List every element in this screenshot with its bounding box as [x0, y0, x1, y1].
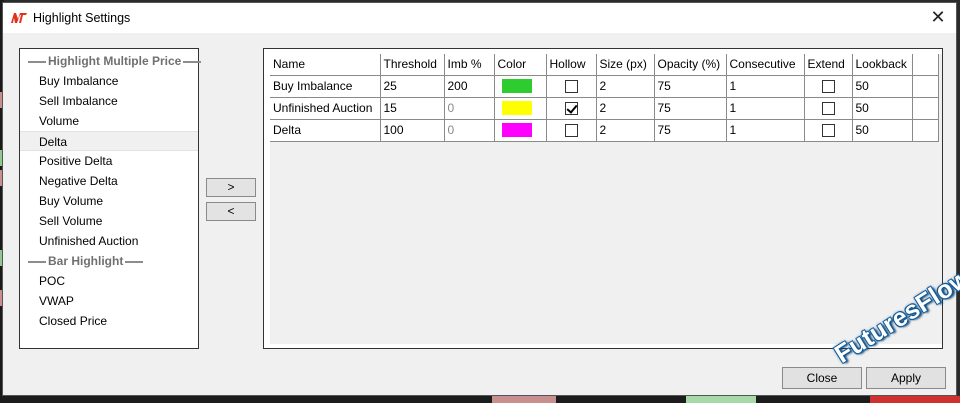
- grid-header-row: Name Threshold Imb % Color Hollow Size (px) Op…: [270, 54, 939, 76]
- color-swatch[interactable]: [501, 101, 532, 115]
- table-row[interactable]: Unfinished Auction 15 0 2 75 1 50: [270, 96, 939, 120]
- consecutive-cell[interactable]: 1: [725, 118, 805, 142]
- checkbox-icon[interactable]: [564, 123, 578, 137]
- threshold-cell[interactable]: 15: [379, 96, 445, 120]
- color-cell[interactable]: [493, 74, 547, 98]
- hollow-cell[interactable]: [545, 74, 597, 98]
- list-item[interactable]: Delta: [20, 131, 198, 151]
- consecutive-cell[interactable]: 1: [725, 74, 805, 98]
- color-cell[interactable]: [493, 96, 547, 120]
- size-cell[interactable]: 2: [595, 118, 655, 142]
- highlight-type-list[interactable]: Highlight Multiple Price Buy Imbalance Sel…: [19, 48, 202, 349]
- column-header[interactable]: Name: [270, 54, 381, 76]
- list-item[interactable]: Positive Delta: [20, 151, 198, 171]
- column-header[interactable]: Opacity (%): [654, 54, 727, 76]
- checkbox-icon[interactable]: [564, 101, 578, 115]
- highlight-grid-container: Name Threshold Imb % Color Hollow Size (px) Op…: [263, 48, 943, 349]
- color-cell[interactable]: [493, 118, 547, 142]
- extend-cell[interactable]: [803, 96, 853, 120]
- column-header[interactable]: Size (px): [596, 54, 655, 76]
- column-header-filler: [912, 54, 939, 76]
- title-bar: Highlight Settings ✕: [3, 3, 956, 33]
- row-filler: [911, 96, 939, 120]
- table-row[interactable]: Buy Imbalance 25 200 2 75 1 50: [270, 74, 939, 98]
- nt-logo-icon: [11, 13, 27, 23]
- list-group-header: Highlight Multiple Price: [20, 51, 202, 71]
- color-swatch[interactable]: [501, 123, 532, 137]
- name-cell[interactable]: Delta: [270, 118, 381, 142]
- color-swatch[interactable]: [501, 79, 532, 93]
- opacity-cell[interactable]: 75: [653, 118, 727, 142]
- close-icon[interactable]: ✕: [928, 7, 948, 27]
- hollow-cell[interactable]: [545, 118, 597, 142]
- remove-highlight-button[interactable]: <: [206, 202, 256, 221]
- list-item[interactable]: Closed Price: [20, 311, 198, 331]
- size-cell[interactable]: 2: [595, 96, 655, 120]
- size-cell[interactable]: 2: [595, 74, 655, 98]
- list-item[interactable]: Buy Volume: [20, 191, 198, 211]
- table-row[interactable]: Delta 100 0 2 75 1 50: [270, 118, 939, 142]
- list-item[interactable]: VWAP: [20, 291, 198, 311]
- close-button[interactable]: Close: [782, 367, 862, 389]
- checkbox-icon[interactable]: [564, 79, 578, 93]
- list-item[interactable]: POC: [20, 271, 198, 291]
- imb-cell[interactable]: 0: [443, 96, 495, 120]
- lookback-cell[interactable]: 50: [851, 96, 913, 120]
- checkbox-icon[interactable]: [821, 123, 835, 137]
- threshold-cell[interactable]: 25: [379, 74, 445, 98]
- extend-cell[interactable]: [803, 74, 853, 98]
- list-item[interactable]: Sell Imbalance: [20, 91, 198, 111]
- list-item[interactable]: Unfinished Auction: [20, 231, 198, 251]
- list-group-header: Bar Highlight: [20, 251, 198, 271]
- row-filler: [911, 118, 939, 142]
- list-item[interactable]: Volume: [20, 111, 198, 131]
- row-filler: [911, 74, 939, 98]
- checkbox-icon[interactable]: [821, 101, 835, 115]
- highlight-grid: Name Threshold Imb % Color Hollow Size (px) Op…: [270, 54, 939, 142]
- column-header[interactable]: Hollow: [546, 54, 597, 76]
- name-cell[interactable]: Buy Imbalance: [270, 74, 381, 98]
- threshold-cell[interactable]: 100: [379, 118, 445, 142]
- name-cell[interactable]: Unfinished Auction: [270, 96, 381, 120]
- highlight-grid-area: Name Threshold Imb % Color Hollow Size (px) Op…: [270, 54, 942, 344]
- checkbox-icon[interactable]: [821, 79, 835, 93]
- highlight-settings-dialog: Highlight Settings ✕ Highlight Multiple …: [2, 2, 957, 396]
- consecutive-cell[interactable]: 1: [725, 96, 805, 120]
- list-item[interactable]: Sell Volume: [20, 211, 198, 231]
- hollow-cell[interactable]: [545, 96, 597, 120]
- extend-cell[interactable]: [803, 118, 853, 142]
- column-header[interactable]: Lookback: [852, 54, 913, 76]
- imb-cell[interactable]: 200: [443, 74, 495, 98]
- lookback-cell[interactable]: 50: [851, 118, 913, 142]
- add-highlight-button[interactable]: >: [206, 178, 256, 197]
- opacity-cell[interactable]: 75: [653, 96, 727, 120]
- column-header[interactable]: Threshold: [380, 54, 445, 76]
- window-title: Highlight Settings: [33, 11, 131, 25]
- apply-button[interactable]: Apply: [866, 367, 946, 389]
- imb-cell[interactable]: 0: [443, 118, 495, 142]
- opacity-cell[interactable]: 75: [653, 74, 727, 98]
- background-bottom-strip: [0, 396, 960, 403]
- column-header[interactable]: Imb %: [444, 54, 495, 76]
- column-header[interactable]: Consecutive: [726, 54, 805, 76]
- list-item[interactable]: Negative Delta: [20, 171, 198, 191]
- lookback-cell[interactable]: 50: [851, 74, 913, 98]
- column-header[interactable]: Extend: [804, 54, 853, 76]
- column-header[interactable]: Color: [494, 54, 547, 76]
- list-item[interactable]: Buy Imbalance: [20, 71, 198, 91]
